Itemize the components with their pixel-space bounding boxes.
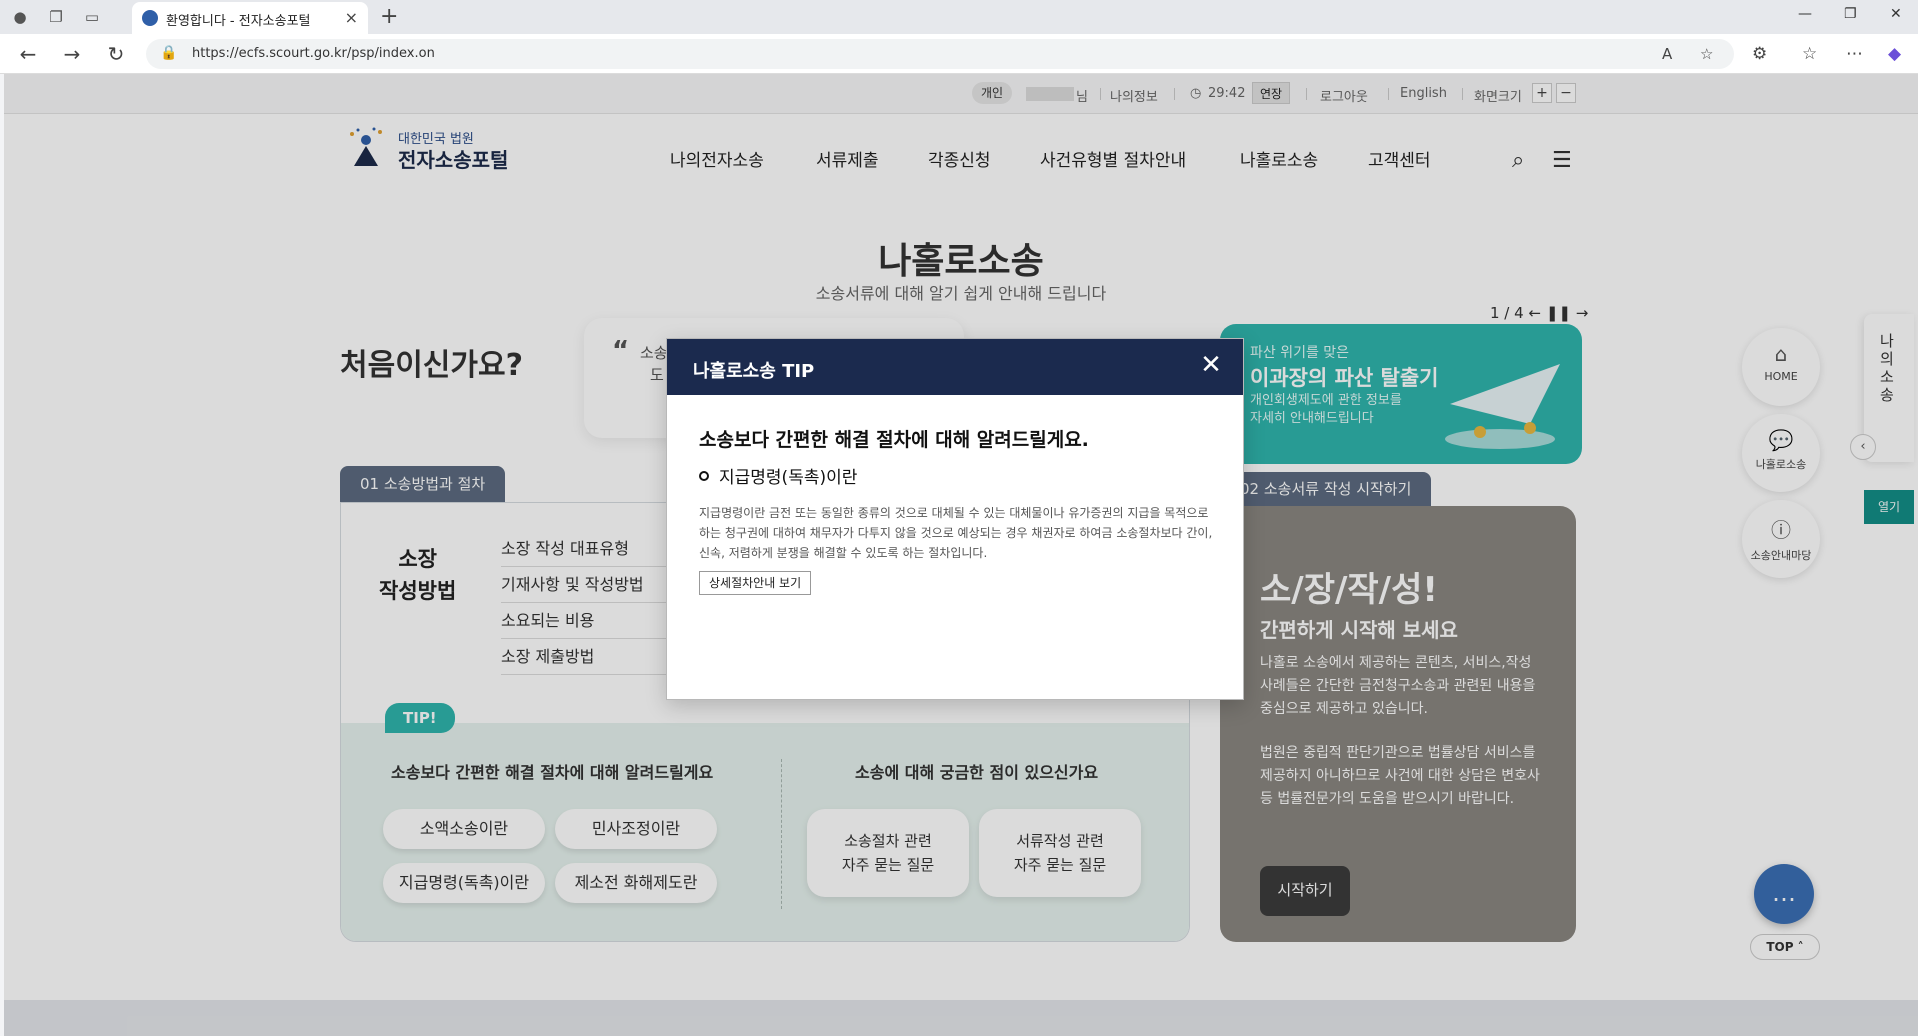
copilot-icon[interactable]: ◆ bbox=[1888, 44, 1901, 64]
browser-tab-active[interactable]: 환영합니다 - 전자소송포털 × bbox=[132, 2, 368, 34]
browser-tab-bar: ● ❐ ▭ 환영합니다 - 전자소송포털 × + — ❐ ✕ bbox=[0, 0, 1918, 34]
minimize-icon[interactable]: — bbox=[1798, 6, 1812, 22]
detail-guide-button[interactable]: 상세절차안내 보기 bbox=[699, 571, 812, 595]
favorites-icon[interactable]: ☆ bbox=[1802, 44, 1817, 64]
tip-modal: 나홀로소송 TIP ✕ 소송보다 간편한 해결 절차에 대해 알려드릴게요. 지… bbox=[666, 338, 1244, 700]
bullet-icon bbox=[699, 471, 709, 481]
tab-close-icon[interactable]: × bbox=[345, 8, 358, 27]
favorite-star-icon[interactable]: ☆ bbox=[1700, 45, 1713, 63]
read-aloud-icon[interactable]: A bbox=[1662, 45, 1672, 63]
modal-close-icon[interactable]: ✕ bbox=[1197, 351, 1225, 379]
more-menu-icon[interactable]: ⋯ bbox=[1846, 44, 1863, 64]
modal-heading: 소송보다 간편한 해결 절차에 대해 알려드릴게요. bbox=[699, 429, 1089, 451]
tab-actions-icon[interactable]: ▭ bbox=[82, 7, 102, 27]
modal-body-text: 지급명령이란 금전 또는 동일한 종류의 것으로 대체될 수 있는 대체물이나 … bbox=[699, 506, 1213, 560]
address-bar: ← → ↻ 🔒 https://ecfs.scourt.go.kr/psp/in… bbox=[0, 34, 1918, 74]
modal-header: 나홀로소송 TIP ✕ bbox=[667, 339, 1243, 395]
extensions-icon[interactable]: ⚙ bbox=[1752, 44, 1767, 64]
lock-icon: 🔒 bbox=[160, 45, 178, 61]
tab-title: 환영합니다 - 전자소송포털 bbox=[166, 14, 311, 29]
restore-icon[interactable]: ❐ bbox=[1844, 6, 1857, 22]
url-field[interactable]: 🔒 https://ecfs.scourt.go.kr/psp/index.on… bbox=[146, 39, 1734, 69]
url-text: https://ecfs.scourt.go.kr/psp/index.on bbox=[192, 46, 435, 61]
modal-title: 나홀로소송 TIP bbox=[693, 361, 815, 382]
workspaces-icon[interactable]: ❐ bbox=[46, 7, 66, 27]
site-favicon-icon bbox=[142, 10, 158, 26]
forward-icon[interactable]: → bbox=[60, 42, 84, 66]
close-window-icon[interactable]: ✕ bbox=[1890, 6, 1902, 22]
profile-icon[interactable]: ● bbox=[10, 7, 30, 27]
back-icon[interactable]: ← bbox=[16, 42, 40, 66]
reload-icon[interactable]: ↻ bbox=[104, 42, 128, 66]
modal-subheading: 지급명령(독촉)이란 bbox=[719, 468, 858, 488]
new-tab-icon[interactable]: + bbox=[380, 4, 398, 29]
